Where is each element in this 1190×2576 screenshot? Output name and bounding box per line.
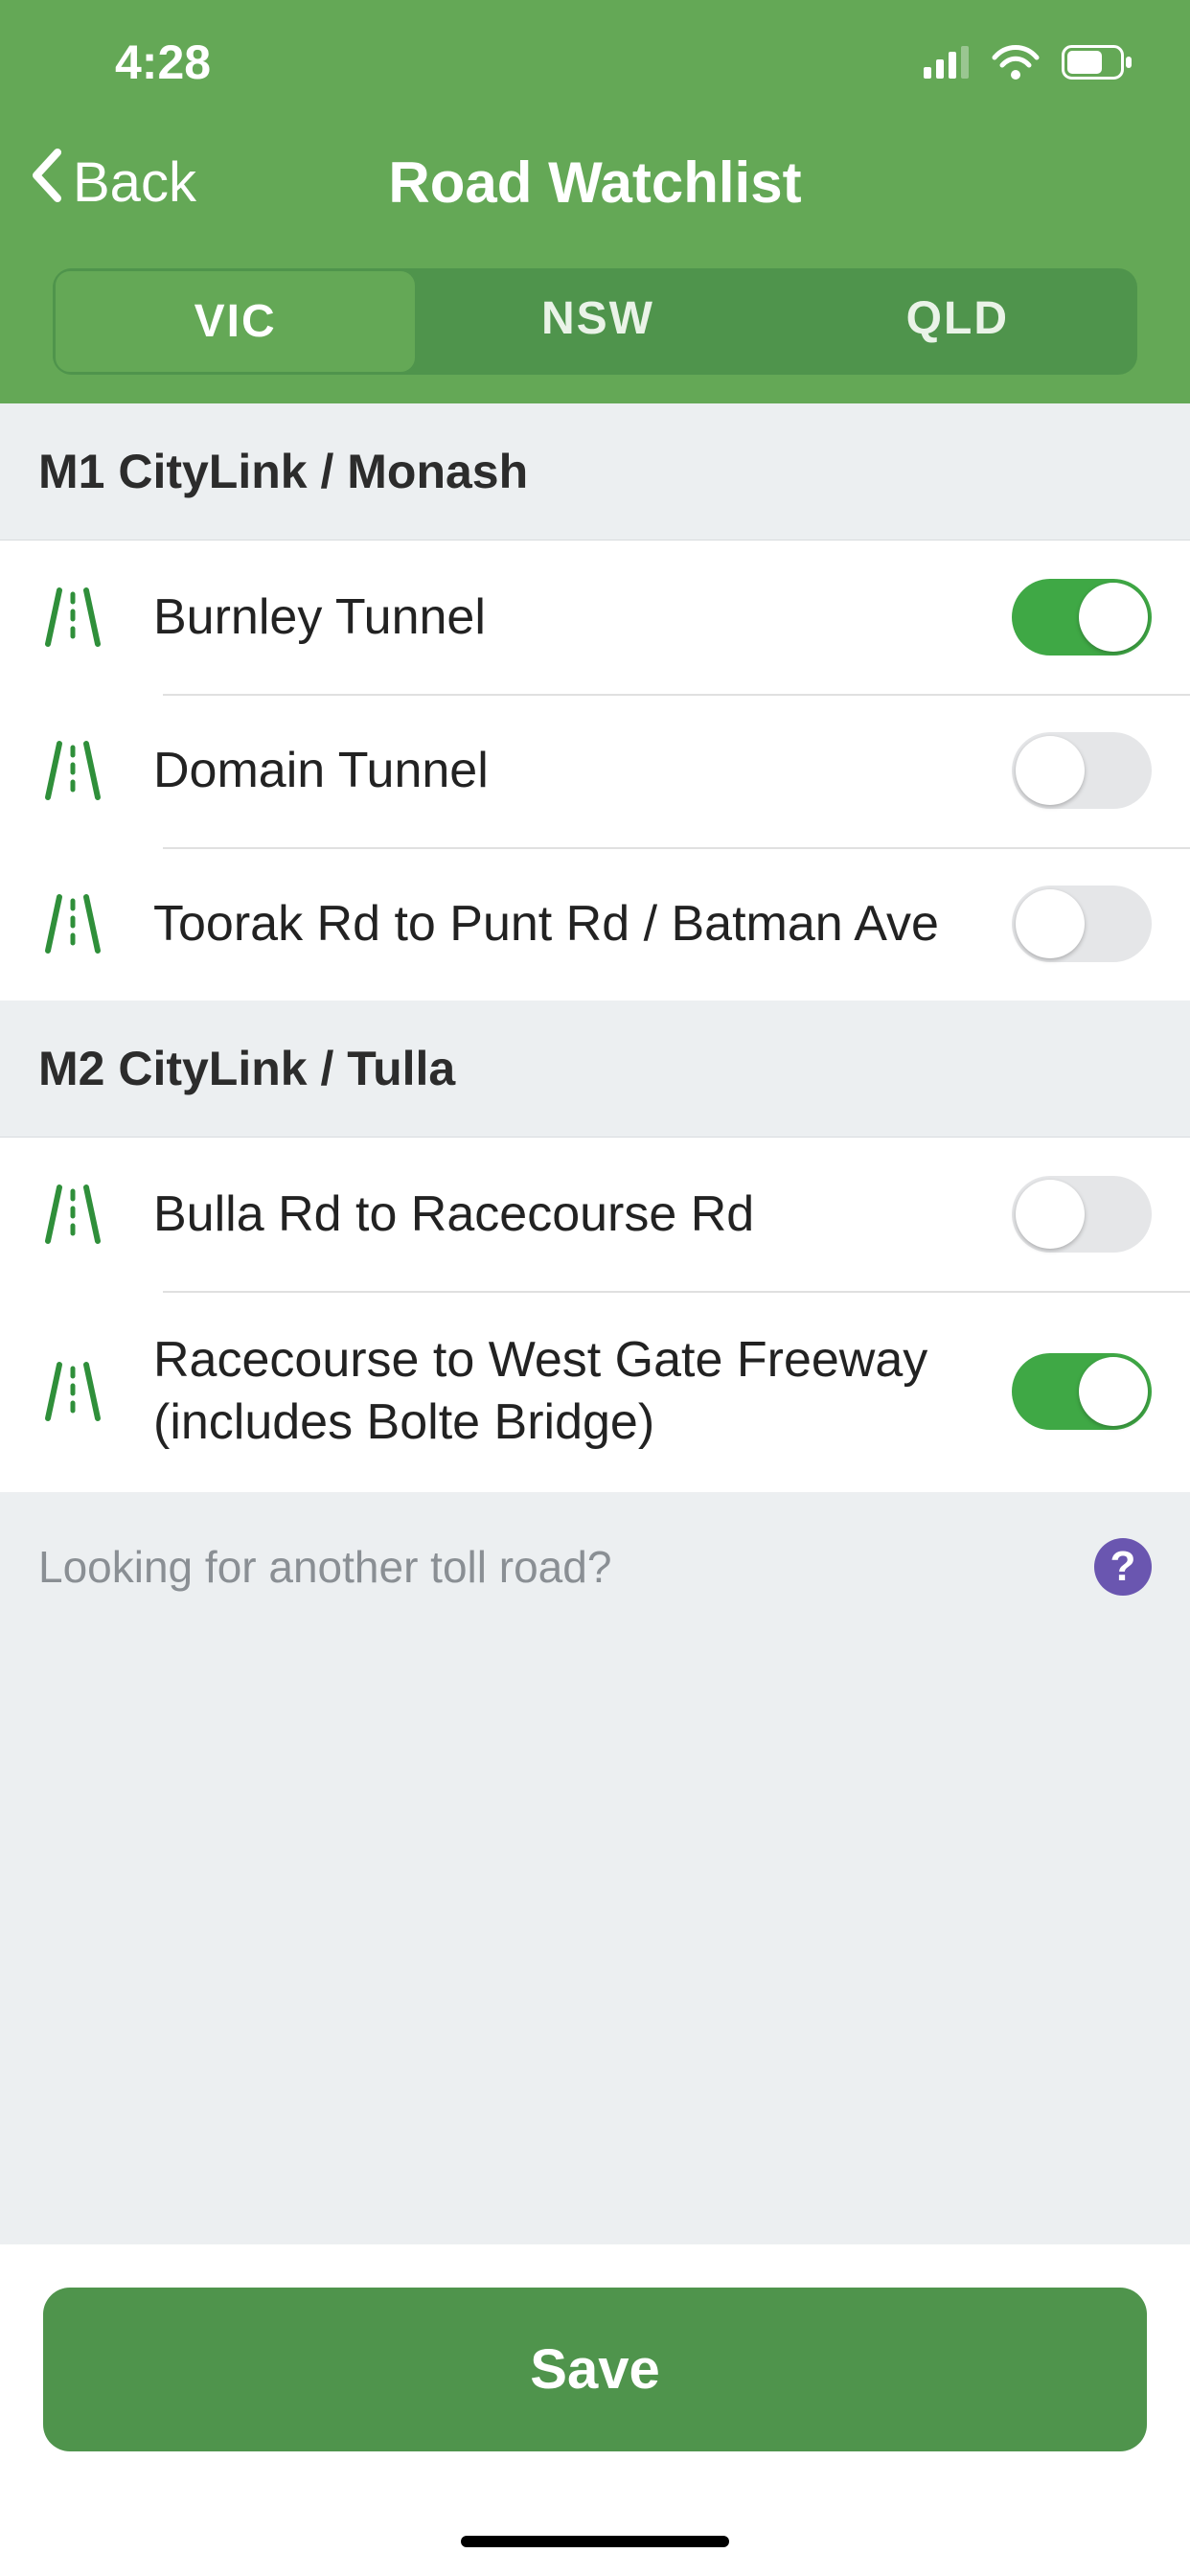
- back-label: Back: [73, 150, 196, 215]
- road-icon: [38, 583, 107, 652]
- app-header: 4:28 Back Road Watchlist: [0, 0, 1190, 403]
- road-label: Racecourse to West Gate Freeway (include…: [153, 1329, 966, 1454]
- save-button[interactable]: Save: [43, 2288, 1147, 2451]
- clock: 4:28: [115, 34, 211, 90]
- road-row: Toorak Rd to Punt Rd / Batman Ave: [0, 847, 1190, 1000]
- road-icon: [38, 736, 107, 805]
- tab-nsw[interactable]: NSW: [418, 268, 777, 375]
- road-label: Domain Tunnel: [153, 740, 966, 802]
- section-header-m2: M2 CityLink / Tulla: [0, 1000, 1190, 1138]
- road-icon: [38, 889, 107, 958]
- home-indicator[interactable]: [461, 2536, 729, 2547]
- wifi-icon: [991, 44, 1041, 80]
- road-toggle[interactable]: [1012, 579, 1152, 656]
- road-label: Burnley Tunnel: [153, 586, 966, 649]
- help-icon[interactable]: ?: [1094, 1538, 1152, 1596]
- road-toggle[interactable]: [1012, 1176, 1152, 1253]
- footer-note-text: Looking for another toll road?: [38, 1541, 611, 1593]
- road-icon: [38, 1180, 107, 1249]
- road-label: Toorak Rd to Punt Rd / Batman Ave: [153, 893, 966, 955]
- road-toggle[interactable]: [1012, 732, 1152, 809]
- back-button[interactable]: Back: [29, 147, 196, 218]
- road-label: Bulla Rd to Racecourse Rd: [153, 1184, 966, 1246]
- road-toggle[interactable]: [1012, 1353, 1152, 1430]
- tab-qld[interactable]: QLD: [778, 268, 1137, 375]
- cellular-icon: [924, 46, 970, 79]
- battery-icon: [1062, 45, 1133, 80]
- bottom-bar: Save: [0, 2244, 1190, 2576]
- road-row: Racecourse to West Gate Freeway (include…: [0, 1291, 1190, 1492]
- nav-bar: Back Road Watchlist: [0, 125, 1190, 240]
- road-toggle[interactable]: [1012, 886, 1152, 962]
- footer-note-row: Looking for another toll road? ?: [0, 1492, 1190, 1642]
- status-bar: 4:28: [0, 0, 1190, 125]
- state-tabs: VIC NSW QLD: [53, 268, 1137, 375]
- road-icon: [38, 1357, 107, 1426]
- road-row: Bulla Rd to Racecourse Rd: [0, 1138, 1190, 1291]
- section-header-m1: M1 CityLink / Monash: [0, 403, 1190, 540]
- tab-vic[interactable]: VIC: [53, 268, 418, 375]
- chevron-left-icon: [29, 147, 63, 218]
- road-row: Burnley Tunnel: [0, 540, 1190, 694]
- status-right: [924, 44, 1133, 80]
- road-row: Domain Tunnel: [0, 694, 1190, 847]
